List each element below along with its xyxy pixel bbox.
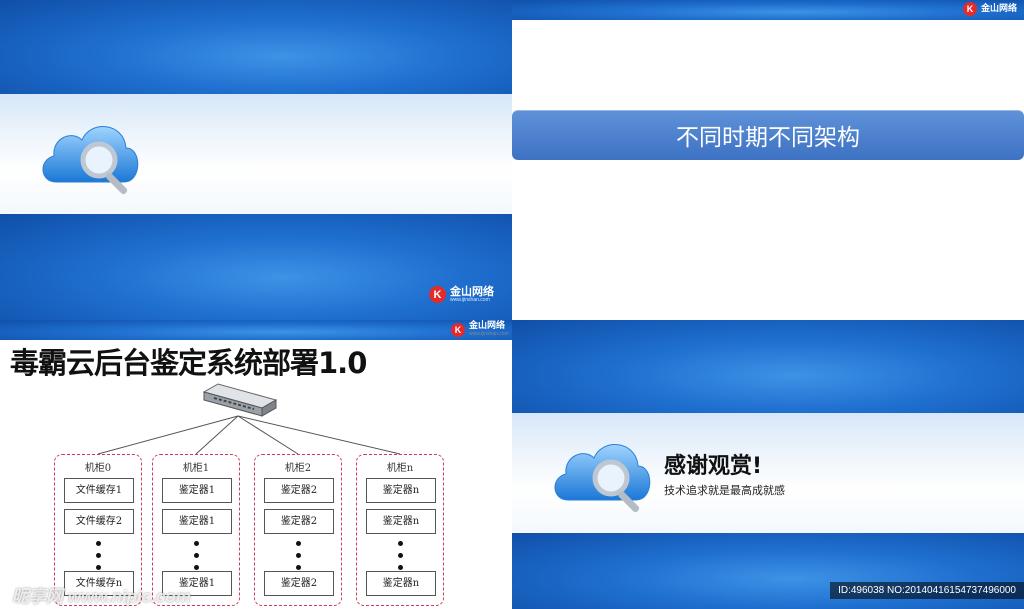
top-blue-band bbox=[512, 320, 1024, 413]
rack-box: 文件缓存1 bbox=[64, 478, 134, 503]
rack-box: 鉴定器1 bbox=[162, 478, 232, 503]
rack-label: 机柜n bbox=[386, 463, 414, 474]
brand-logo: K 金山网络 www.ijinshan.com bbox=[429, 286, 494, 303]
switch-icon bbox=[202, 383, 278, 417]
cloud-search-icon bbox=[42, 126, 139, 195]
rack-label: 机柜1 bbox=[182, 463, 210, 474]
brand-url: www.ijinshan.com bbox=[450, 297, 490, 303]
rack-box: 鉴定器2 bbox=[264, 509, 334, 534]
rack-n: 机柜n 鉴定器n 鉴定器n 鉴定器n bbox=[356, 454, 444, 606]
watermark-id: ID:496038 NO:20140416154737496000 bbox=[830, 582, 1024, 599]
rack-box: 鉴定器2 bbox=[264, 478, 334, 503]
brand-logo: K 金山网络 bbox=[963, 2, 1017, 16]
rack-box: 鉴定器n bbox=[366, 571, 436, 596]
rack-label: 机柜2 bbox=[284, 463, 312, 474]
rack-box: 鉴定器n bbox=[366, 478, 436, 503]
rack-2: 机柜2 鉴定器2 鉴定器2 鉴定器2 bbox=[254, 454, 342, 606]
thanks-heading: 感谢观赏! bbox=[664, 454, 763, 479]
ellipsis-dots bbox=[194, 541, 200, 570]
rack-label: 机柜0 bbox=[84, 463, 112, 474]
top-blue-strip bbox=[512, 0, 1024, 20]
rack-box: 文件缓存2 bbox=[64, 509, 134, 534]
slide-architecture: K 金山网络 不同时期不同架构 bbox=[512, 0, 1024, 320]
thanks-subtitle: 技术追求就是最高成就感 bbox=[664, 484, 785, 497]
slide-thanks: 感谢观赏! 技术追求就是最高成就感 ID:496038 NO:201404161… bbox=[512, 320, 1024, 609]
rack-box: 鉴定器1 bbox=[162, 509, 232, 534]
ellipsis-dots bbox=[96, 541, 102, 570]
brand-name: 金山网络 bbox=[981, 3, 1018, 14]
bottom-blue-band bbox=[0, 214, 512, 320]
slide-diagram: K 金山网络 www.ijinshan.com 毒霸云后台鉴定系统部署1.0 机… bbox=[0, 320, 512, 609]
cloud-search-icon bbox=[554, 444, 651, 513]
ellipsis-dots bbox=[296, 541, 302, 570]
rack-box: 鉴定器n bbox=[366, 509, 436, 534]
top-blue-band bbox=[0, 0, 512, 94]
brand-k-icon: K bbox=[963, 2, 977, 16]
section-title-bar: 不同时期不同架构 bbox=[512, 110, 1024, 160]
watermark-site: 昵享网 www.nipic.com bbox=[12, 587, 191, 606]
rack-box: 鉴定器2 bbox=[264, 571, 334, 596]
slide-cover: K 金山网络 www.ijinshan.com bbox=[0, 0, 512, 320]
brand-k-icon: K bbox=[429, 286, 446, 303]
brand-name: 金山网络 bbox=[450, 285, 494, 298]
ellipsis-dots bbox=[398, 541, 404, 570]
section-title: 不同时期不同架构 bbox=[676, 125, 860, 151]
